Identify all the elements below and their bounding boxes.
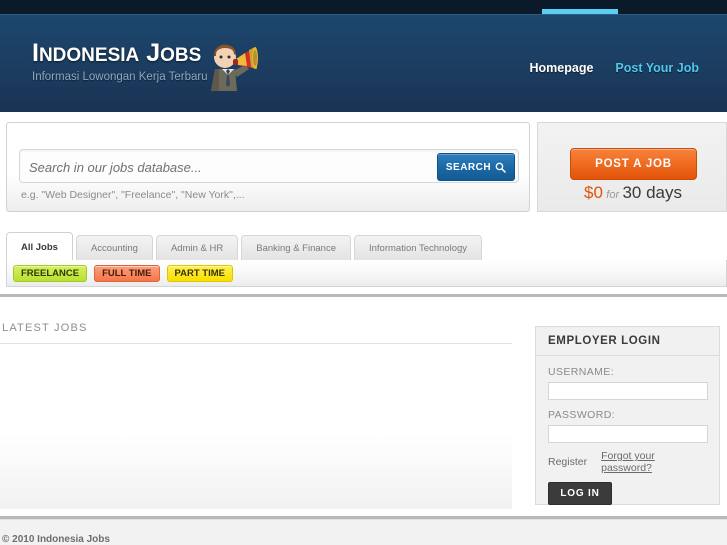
price-amount: $0 [584, 183, 603, 202]
logo[interactable]: INDONESIA JOBS Informasi Lowongan Kerja … [32, 39, 292, 99]
magnifier-icon [495, 162, 506, 173]
price-duration: 30 days [622, 183, 682, 202]
post-job-price: $0 for 30 days [538, 183, 727, 203]
search-panel: SEARCH e.g. "Web Designer", "Freelance",… [6, 122, 530, 212]
category-tabs: All Jobs Accounting Admin & HR Banking &… [6, 232, 483, 261]
log-in-button[interactable]: LOG IN [548, 482, 612, 505]
main-nav: Homepage Post Your Job [530, 61, 699, 75]
employer-login-panel: EMPLOYER LOGIN USERNAME: PASSWORD: Regis… [535, 326, 720, 505]
password-label: PASSWORD: [548, 409, 615, 421]
search-button-label: SEARCH [445, 161, 492, 173]
username-label: USERNAME: [548, 366, 615, 378]
site-header: INDONESIA JOBS Informasi Lowongan Kerja … [0, 14, 727, 112]
jobs-list [0, 344, 512, 509]
price-for: for [606, 189, 620, 201]
tab-banking-finance[interactable]: Banking & Finance [241, 235, 351, 261]
register-link[interactable]: Register [548, 456, 587, 468]
site-footer: © 2010 Indonesia Jobs [0, 519, 727, 545]
search-hint: e.g. "Web Designer", "Freelance", "New Y… [21, 189, 245, 201]
nav-item-post-your-job[interactable]: Post Your Job [615, 61, 699, 75]
employer-login-form: USERNAME: PASSWORD: Register Forgot your… [536, 356, 719, 505]
tab-all-jobs[interactable]: All Jobs [6, 232, 73, 261]
job-type-filter-bar: FREELANCE FULL TIME PART TIME [6, 260, 727, 287]
filter-badge-freelance[interactable]: FREELANCE [13, 264, 88, 282]
employer-login-title: EMPLOYER LOGIN [536, 327, 719, 356]
filter-badge-full-time[interactable]: FULL TIME [94, 264, 160, 282]
category-tabs-area: All Jobs Accounting Admin & HR Banking &… [0, 232, 727, 297]
nav-item-homepage[interactable]: Homepage [530, 61, 594, 75]
filter-badge-part-time[interactable]: PART TIME [166, 264, 233, 282]
latest-jobs-heading: LATEST JOBS [2, 322, 88, 334]
section-divider [0, 294, 727, 297]
forgot-password-link[interactable]: Forgot your password? [601, 450, 707, 474]
password-input[interactable] [548, 425, 708, 443]
post-job-panel: POST A JOB $0 for 30 days [537, 122, 727, 212]
tab-admin-hr[interactable]: Admin & HR [155, 235, 239, 261]
megaphone-man-icon [211, 44, 258, 91]
post-a-job-button[interactable]: POST A JOB [570, 148, 697, 180]
search-button[interactable]: SEARCH [437, 153, 515, 181]
copyright-text: © 2010 Indonesia Jobs [2, 534, 110, 545]
search-box: SEARCH [19, 149, 519, 183]
top-strip [0, 0, 727, 17]
username-input[interactable] [548, 382, 708, 400]
login-links: Register Forgot your password? [548, 450, 707, 474]
search-input[interactable] [27, 155, 451, 179]
tab-accounting[interactable]: Accounting [75, 235, 153, 261]
tab-information-technology[interactable]: Information Technology [353, 235, 483, 261]
